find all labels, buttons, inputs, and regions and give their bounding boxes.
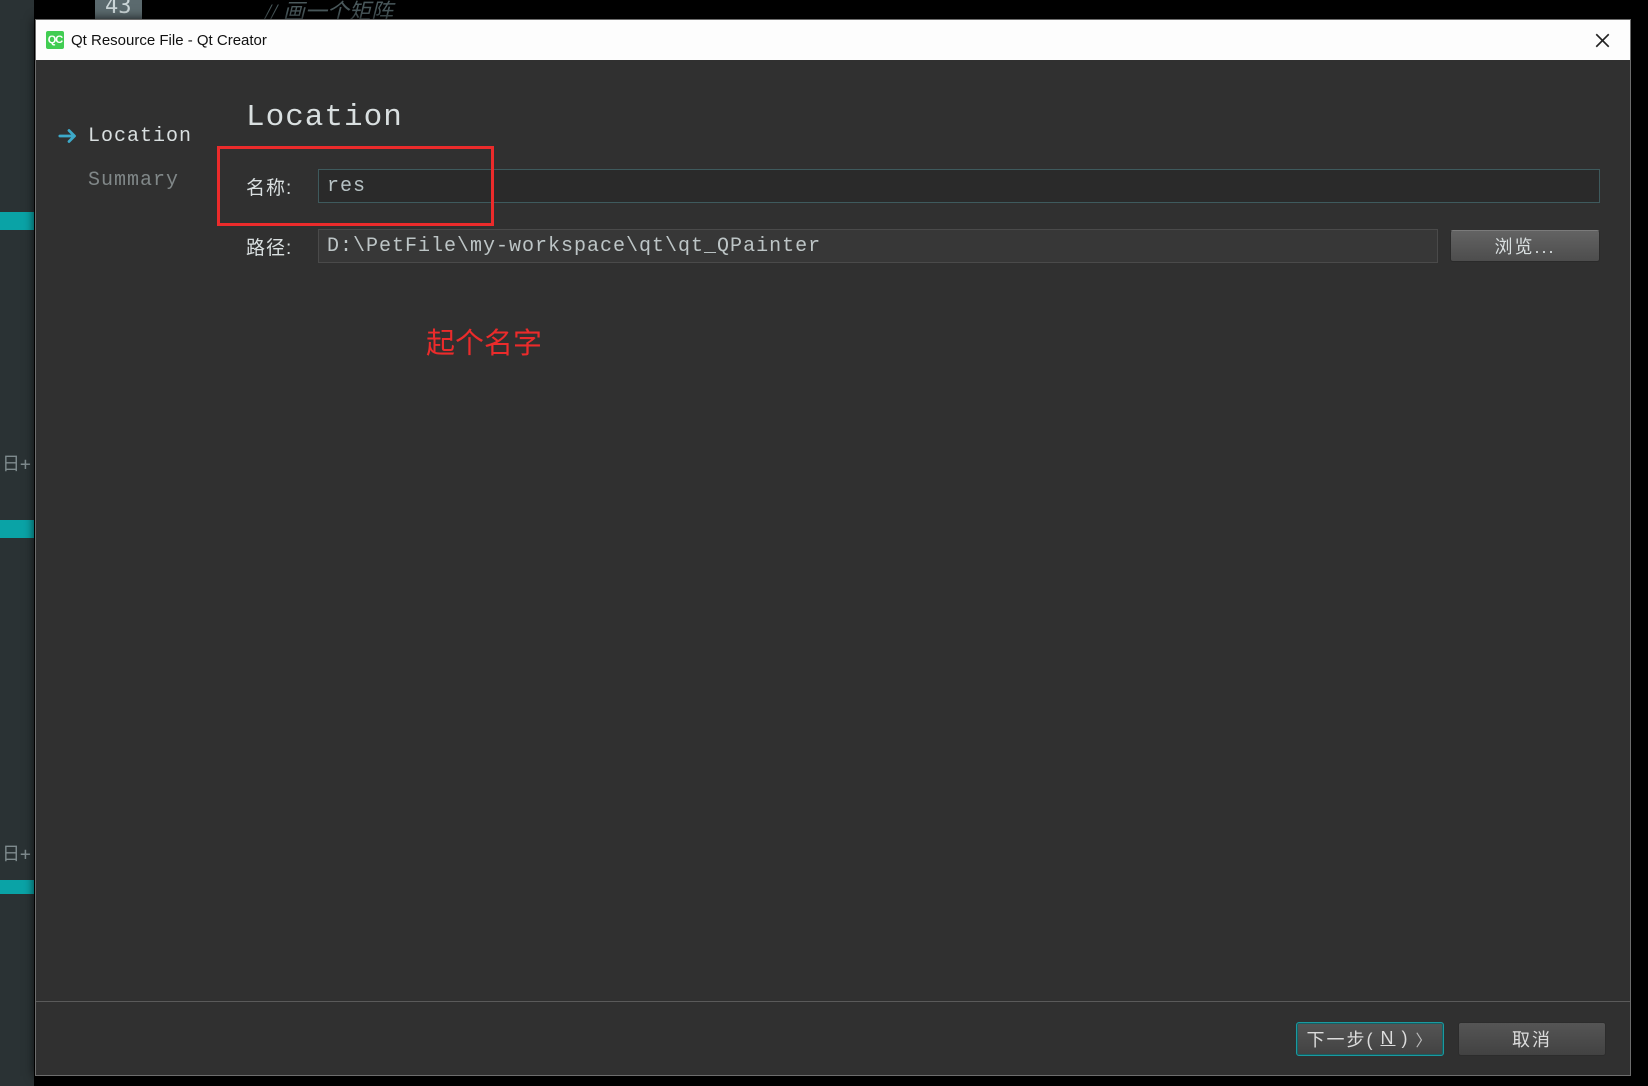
wizard-step-label: Summary bbox=[88, 169, 179, 192]
close-button[interactable] bbox=[1575, 20, 1630, 60]
qt-creator-icon: QC bbox=[46, 31, 64, 49]
gutter-fold-icon: 日+ bbox=[0, 450, 34, 470]
gutter-mark bbox=[0, 212, 34, 230]
browse-button[interactable]: 浏览... bbox=[1450, 230, 1600, 262]
close-icon bbox=[1595, 33, 1610, 48]
wizard-main-panel: Location 名称: 路径: 浏览... 起个名字 bbox=[234, 60, 1630, 1001]
next-button[interactable]: 下一步( N) 〉 bbox=[1296, 1022, 1444, 1056]
editor-gutter: 日+ 日+ bbox=[0, 0, 34, 1086]
titlebar[interactable]: QC Qt Resource File - Qt Creator bbox=[36, 20, 1630, 60]
wizard-step-label: Location bbox=[88, 125, 192, 148]
wizard-button-bar: 下一步( N) 〉 取消 bbox=[36, 1001, 1630, 1075]
wizard-step-location[interactable]: Location bbox=[56, 121, 234, 151]
chevron-right-icon: 〉 bbox=[1415, 1027, 1433, 1051]
next-button-prefix: 下一步( bbox=[1306, 1026, 1374, 1052]
gutter-mark bbox=[0, 520, 34, 538]
next-button-hotkey: N bbox=[1380, 1028, 1395, 1049]
name-row: 名称: bbox=[246, 169, 1600, 203]
cancel-button[interactable]: 取消 bbox=[1458, 1022, 1606, 1056]
wizard-step-summary[interactable]: Summary bbox=[56, 165, 234, 195]
path-input[interactable] bbox=[318, 229, 1438, 263]
path-label: 路径: bbox=[246, 233, 318, 260]
page-heading: Location bbox=[246, 100, 1600, 135]
next-button-suffix: ) bbox=[1401, 1028, 1409, 1049]
gutter-fold-icon: 日+ bbox=[0, 840, 34, 860]
name-label: 名称: bbox=[246, 173, 318, 200]
window-title: Qt Resource File - Qt Creator bbox=[71, 32, 267, 49]
gutter-mark bbox=[0, 880, 34, 894]
dialog-body: Location Summary Location 名称: 路径: 浏览... bbox=[36, 60, 1630, 1001]
annotation-text: 起个名字 bbox=[426, 320, 542, 362]
arrow-right-icon bbox=[56, 128, 82, 144]
qt-resource-file-dialog: QC Qt Resource File - Qt Creator Locatio… bbox=[35, 19, 1631, 1076]
wizard-sidebar: Location Summary bbox=[36, 60, 234, 1001]
name-input[interactable] bbox=[318, 169, 1600, 203]
editor-line-number: 43 bbox=[95, 0, 142, 19]
path-row: 路径: 浏览... bbox=[246, 229, 1600, 263]
